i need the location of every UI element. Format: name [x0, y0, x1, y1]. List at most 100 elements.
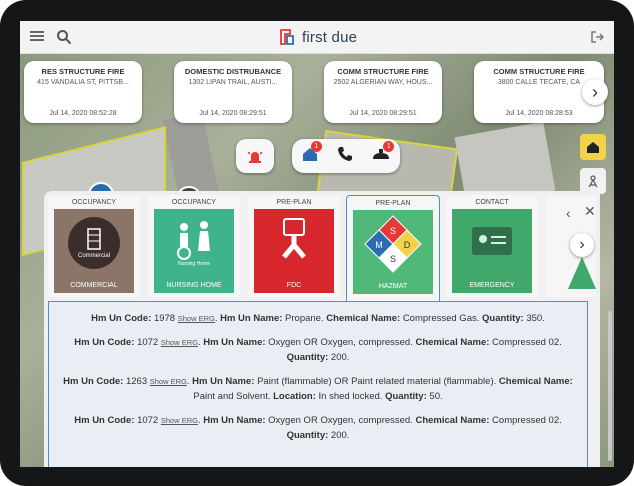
chevron-right-icon[interactable]: › — [582, 79, 608, 105]
hm-un-name-value: Oxygen OR Oxygen, compressed. — [268, 337, 413, 348]
quantity-value: 50. — [429, 391, 443, 402]
tile-label: COMMERCIAL — [70, 282, 118, 289]
hm-un-code-label: Hm Un Code: — [74, 415, 135, 426]
contact-card-icon — [472, 227, 512, 255]
logout-icon[interactable] — [590, 30, 604, 44]
info-panel: OCCUPANCY Commercial COMMERCIAL OCCUPANC… — [44, 191, 600, 467]
quantity-label: Quantity: — [482, 313, 524, 324]
notification-badge: 1 — [310, 140, 322, 152]
phone-action[interactable] — [336, 145, 354, 168]
quantity-label: Quantity: — [286, 430, 329, 441]
tile-label: NURSING HOME — [166, 282, 222, 289]
quantity-value: 200. — [330, 430, 350, 441]
notification-badge: 1 — [383, 140, 395, 152]
home-action[interactable]: 1 — [301, 140, 322, 168]
fdc-icon — [282, 218, 306, 259]
menu-icon[interactable] — [30, 31, 44, 42]
hazmat-record: Hm Un Code: 1072 Show ERG. Hm Un Name: O… — [74, 337, 562, 363]
incident-address: 2502 ALGERIAN WAY, HOUS... — [333, 79, 433, 86]
chevron-right-icon[interactable]: › — [570, 233, 594, 257]
chevron-left-icon[interactable]: ‹ — [566, 205, 571, 221]
location-label: Location: — [273, 391, 316, 402]
alarm-icon — [247, 151, 263, 163]
show-erg-link[interactable]: Show ERG — [161, 338, 198, 347]
hm-un-code-value: 1978 — [153, 313, 176, 324]
chemical-name-value: Paint and Solvent. — [193, 391, 271, 402]
tile-image: Commercial COMMERCIAL — [54, 209, 134, 293]
hm-un-code-label: Hm Un Code: — [63, 376, 124, 387]
home-icon — [587, 142, 599, 153]
commercial-icon — [68, 217, 120, 269]
tile-header: OCCUPANCY — [171, 199, 217, 206]
alarm-button[interactable] — [236, 139, 274, 173]
tile-header: CONTACT — [475, 199, 509, 206]
tile-image: S M D S HAZMAT — [353, 210, 433, 294]
hazmat-details: Hm Un Code: 1978 Show ERG. Hm Un Name: P… — [48, 301, 588, 467]
tile-image: FDC — [254, 209, 334, 293]
chemical-name-label: Chemical Name: — [415, 415, 490, 426]
hazmat-top-letter: S — [390, 226, 396, 236]
hazmat-left-letter: M — [375, 240, 383, 250]
hm-un-name-value: Paint (flammable) OR Paint related mater… — [257, 376, 497, 387]
incident-carousel: RES STRUCTURE FIRE 415 VANDALIA ST, PITT… — [24, 61, 614, 125]
incident-type: COMM STRUCTURE FIRE — [493, 67, 585, 76]
home-button[interactable] — [580, 134, 606, 160]
top-bar: first due — [20, 21, 614, 54]
tile-preplan-fdc[interactable]: PRE-PLAN FDC — [248, 195, 340, 297]
tile-occupancy-nursing-home[interactable]: OCCUPANCY Nursing Home NURSING HOME — [148, 195, 240, 297]
close-icon[interactable]: ✕ — [584, 203, 596, 220]
search-icon[interactable] — [56, 29, 72, 45]
tile-header: OCCUPANCY — [71, 199, 117, 206]
tile-header: PRE-PLAN — [276, 199, 312, 206]
quantity-label: Quantity: — [286, 352, 329, 363]
hm-un-code-label: Hm Un Code: — [91, 313, 152, 324]
nursing-home-icon — [177, 221, 210, 260]
tile-image: Nursing Home NURSING HOME — [154, 209, 234, 293]
quantity-label: Quantity: — [385, 391, 427, 402]
show-erg-link[interactable]: Show ERG — [150, 377, 187, 386]
incident-card[interactable]: RES STRUCTURE FIRE 415 VANDALIA ST, PITT… — [24, 61, 142, 123]
quantity-value: 350. — [526, 313, 545, 324]
incident-time: Jul 14, 2020 08:29:51 — [199, 110, 267, 117]
incident-address: 415 VANDALIA ST, PITTSB... — [37, 79, 129, 86]
incident-address: 1302 LIPAN TRAIL, AUSTI... — [188, 79, 278, 86]
tablet-frame: ▮ G first due — [0, 0, 634, 486]
tile-inner-label: Commercial — [77, 253, 110, 259]
logo-icon — [280, 29, 294, 45]
app-screen: ▮ G first due — [20, 21, 614, 467]
tile-label: HAZMAT — [378, 283, 408, 290]
hm-un-name-label: Hm Un Name: — [203, 415, 266, 426]
hm-un-name-label: Hm Un Name: — [203, 337, 266, 348]
hm-un-code-value: 1072 — [137, 415, 159, 426]
show-erg-link[interactable]: Show ERG — [161, 416, 198, 425]
app-name: first due — [302, 28, 358, 46]
hazmat-bottom-letter: S — [390, 254, 396, 264]
hazmat-record: Hm Un Code: 1072 Show ERG. Hm Un Name: O… — [74, 415, 562, 441]
incident-time: Jul 14, 2020 08:52:28 — [49, 110, 117, 117]
phone-icon — [337, 146, 352, 161]
chemical-name-label: Chemical Name: — [498, 376, 573, 387]
chemical-name-value: Compressed 02. — [492, 337, 562, 348]
incident-time: Jul 14, 2020 08:28:53 — [505, 110, 573, 117]
hm-un-code-label: Hm Un Code: — [74, 337, 135, 348]
tile-preplan-hazmat[interactable]: PRE-PLAN S M D S HAZMAT — [346, 195, 440, 316]
tile-image: EMERGENCY — [452, 209, 532, 293]
hm-un-name-value: Oxygen OR Oxygen, compressed. — [268, 415, 413, 426]
chemical-name-label: Chemical Name: — [326, 313, 401, 324]
quantity-value: 200. — [330, 352, 350, 363]
show-erg-link[interactable]: Show ERG — [178, 314, 215, 323]
scrollbar[interactable] — [608, 311, 612, 461]
quick-actions-bar: 1 1 — [292, 139, 400, 173]
hazmat-right-letter: D — [404, 240, 411, 250]
hm-un-code-value: 1072 — [137, 337, 159, 348]
tile-occupancy-commercial[interactable]: OCCUPANCY Commercial COMMERCIAL — [48, 195, 140, 297]
location-value: In shed locked. — [318, 391, 383, 402]
incident-type: RES STRUCTURE FIRE — [41, 67, 125, 76]
hazmat-diamond-icon: S M D S — [364, 215, 422, 273]
chemical-name-value: Compressed Gas. — [402, 313, 480, 324]
chemical-name-label: Chemical Name: — [415, 337, 490, 348]
incident-card[interactable]: COMM STRUCTURE FIRE 2502 ALGERIAN WAY, H… — [324, 61, 442, 123]
tile-contact-emergency[interactable]: CONTACT EMERGENCY — [446, 195, 538, 297]
incident-card[interactable]: DOMESTIC DISTRUBANCE 1302 LIPAN TRAIL, A… — [174, 61, 292, 123]
units-action[interactable]: 1 — [371, 140, 395, 168]
